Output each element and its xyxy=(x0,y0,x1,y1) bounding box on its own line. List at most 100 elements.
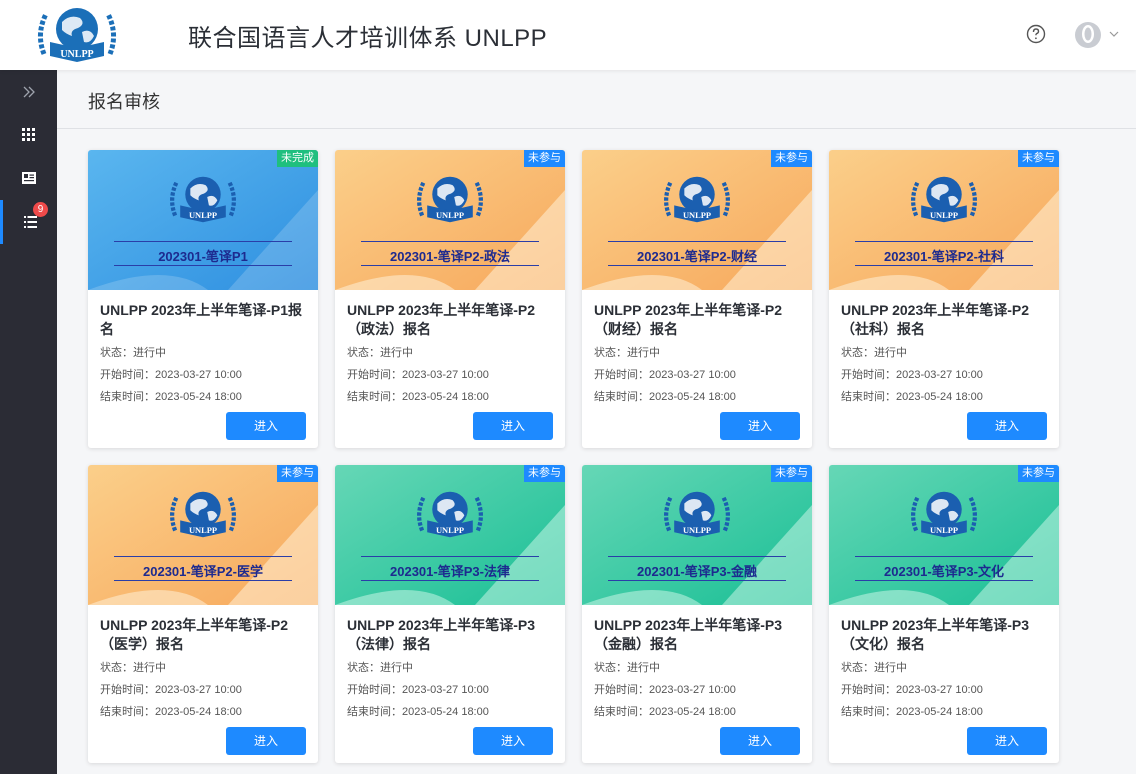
banner-title: 202301-笔译P1 xyxy=(158,249,248,264)
sidebar-item-profile[interactable] xyxy=(0,156,57,200)
banner-rule xyxy=(114,556,292,557)
card-title: UNLPP 2023年上半年笔译-P2（财经）报名 xyxy=(594,302,783,337)
banner-rule xyxy=(608,580,786,581)
unlpp-logo: UNLPP xyxy=(911,491,977,538)
user-avatar-icon[interactable] xyxy=(1074,21,1102,49)
banner-rule xyxy=(361,241,539,242)
card-banner: UNLPP 202301-笔译P2-社科 未参与 xyxy=(829,150,1059,290)
card-status: 状态：进行中 xyxy=(594,347,660,359)
banner-rule xyxy=(114,265,292,266)
card-title: UNLPP 2023年上半年笔译-P2（政法）报名 xyxy=(347,302,536,337)
svg-text:UNLPP: UNLPP xyxy=(683,525,711,535)
registration-card: UNLPP 202301-笔译P3-文化 未参与 UNLPP 2023年上半年笔… xyxy=(829,465,1059,763)
card-banner: UNLPP 202301-笔译P3-法律 未参与 xyxy=(335,465,565,605)
banner-rule xyxy=(361,556,539,557)
card-start-time: 开始时间：2023-03-27 10:00 xyxy=(841,684,983,696)
card-status: 状态：进行中 xyxy=(100,662,166,674)
card-start-time: 开始时间：2023-03-27 10:00 xyxy=(100,684,242,696)
registration-card: UNLPP 202301-笔译P3-金融 未参与 UNLPP 2023年上半年笔… xyxy=(582,465,812,763)
grid-icon xyxy=(22,127,35,141)
sidebar-item-apps[interactable] xyxy=(0,112,57,156)
registration-card: UNLPP 202301-笔译P2-医学 未参与 UNLPP 2023年上半年笔… xyxy=(88,465,318,763)
status-tag: 未参与 xyxy=(771,465,812,482)
banner-title: 202301-笔译P2-医学 xyxy=(143,564,263,579)
status-tag: 未参与 xyxy=(1018,150,1059,167)
banner-rule xyxy=(114,580,292,581)
card-start-time: 开始时间：2023-03-27 10:00 xyxy=(100,369,242,381)
status-tag: 未参与 xyxy=(277,465,318,482)
card-title: UNLPP 2023年上半年笔译-P2（社科）报名 xyxy=(841,302,1030,337)
banner-rule xyxy=(855,556,1033,557)
banner-rule xyxy=(114,241,292,242)
enter-button[interactable]: 进入 xyxy=(473,727,553,755)
enter-button[interactable]: 进入 xyxy=(720,727,800,755)
status-tag: 未参与 xyxy=(524,150,565,167)
banner-title: 202301-笔译P2-财经 xyxy=(637,249,757,264)
card-end-time: 结束时间：2023-05-24 18:00 xyxy=(841,391,983,403)
status-tag: 未参与 xyxy=(1018,465,1059,482)
unlpp-logo: UNLPP xyxy=(38,8,116,62)
card-title: UNLPP 2023年上半年笔译-P1报名 xyxy=(100,302,303,337)
card-end-time: 结束时间：2023-05-24 18:00 xyxy=(100,706,242,718)
card-end-time: 结束时间：2023-05-24 18:00 xyxy=(347,391,489,403)
chevron-down-icon[interactable] xyxy=(1109,30,1119,38)
enter-button[interactable]: 进入 xyxy=(473,412,553,440)
card-end-time: 结束时间：2023-05-24 18:00 xyxy=(841,706,983,718)
enter-button[interactable]: 进入 xyxy=(226,727,306,755)
status-tag: 未完成 xyxy=(277,150,318,167)
card-banner: UNLPP 202301-笔译P3-金融 未参与 xyxy=(582,465,812,605)
card-banner: UNLPP 202301-笔译P2-财经 未参与 xyxy=(582,150,812,290)
svg-text:UNLPP: UNLPP xyxy=(436,210,464,220)
card-title: UNLPP 2023年上半年笔译-P2（医学）报名 xyxy=(100,617,289,652)
banner-rule xyxy=(608,556,786,557)
card-status: 状态：进行中 xyxy=(100,347,166,359)
registration-card: UNLPP 202301-笔译P2-财经 未参与 UNLPP 2023年上半年笔… xyxy=(582,150,812,448)
card-start-time: 开始时间：2023-03-27 10:00 xyxy=(594,684,736,696)
card-banner: UNLPP 202301-笔译P2-政法 未参与 xyxy=(335,150,565,290)
enter-button[interactable]: 进入 xyxy=(226,412,306,440)
svg-text:UNLPP: UNLPP xyxy=(189,210,217,220)
card-status: 状态：进行中 xyxy=(841,347,907,359)
banner-rule xyxy=(361,580,539,581)
card-start-time: 开始时间：2023-03-27 10:00 xyxy=(841,369,983,381)
sidebar-item-list[interactable]: 9 xyxy=(0,200,57,244)
id-card-icon xyxy=(21,172,36,184)
page-title: 报名审核 xyxy=(88,92,160,112)
list-icon xyxy=(23,216,37,228)
status-tag: 未参与 xyxy=(771,150,812,167)
sidebar: 9 xyxy=(0,70,57,774)
card-status: 状态：进行中 xyxy=(347,347,413,359)
sidebar-expand-button[interactable] xyxy=(0,70,57,114)
title-divider xyxy=(57,128,1136,129)
banner-title: 202301-笔译P2-社科 xyxy=(884,249,1004,264)
status-tag: 未参与 xyxy=(524,465,565,482)
card-start-time: 开始时间：2023-03-27 10:00 xyxy=(347,369,489,381)
top-header: UNLPP 联合国语言人才培训体系 UNLPP xyxy=(0,0,1136,70)
svg-text:UNLPP: UNLPP xyxy=(930,525,958,535)
registration-card: UNLPP 202301-笔译P1 未完成 UNLPP 2023年上半年笔译-P… xyxy=(88,150,318,448)
card-banner: UNLPP 202301-笔译P1 未完成 xyxy=(88,150,318,290)
unlpp-logo: UNLPP xyxy=(664,491,730,538)
banner-rule xyxy=(361,265,539,266)
card-status: 状态：进行中 xyxy=(347,662,413,674)
card-status: 状态：进行中 xyxy=(841,662,907,674)
banner-rule xyxy=(608,265,786,266)
card-end-time: 结束时间：2023-05-24 18:00 xyxy=(594,391,736,403)
question-circle-icon[interactable] xyxy=(1026,24,1046,44)
banner-title: 202301-笔译P3-文化 xyxy=(884,564,1004,579)
registration-card: UNLPP 202301-笔译P2-政法 未参与 UNLPP 2023年上半年笔… xyxy=(335,150,565,448)
unlpp-logo: UNLPP xyxy=(417,491,483,538)
registration-card: UNLPP 202301-笔译P2-社科 未参与 UNLPP 2023年上半年笔… xyxy=(829,150,1059,448)
banner-rule xyxy=(855,265,1033,266)
enter-button[interactable]: 进入 xyxy=(967,727,1047,755)
banner-title: 202301-笔译P3-法律 xyxy=(390,564,510,579)
banner-rule xyxy=(855,241,1033,242)
app-title: 联合国语言人才培训体系 UNLPP xyxy=(188,25,548,52)
enter-button[interactable]: 进入 xyxy=(720,412,800,440)
card-start-time: 开始时间：2023-03-27 10:00 xyxy=(594,369,736,381)
svg-text:UNLPP: UNLPP xyxy=(189,525,217,535)
card-end-time: 结束时间：2023-05-24 18:00 xyxy=(347,706,489,718)
card-start-time: 开始时间：2023-03-27 10:00 xyxy=(347,684,489,696)
enter-button[interactable]: 进入 xyxy=(967,412,1047,440)
unlpp-logo: UNLPP xyxy=(170,491,236,538)
